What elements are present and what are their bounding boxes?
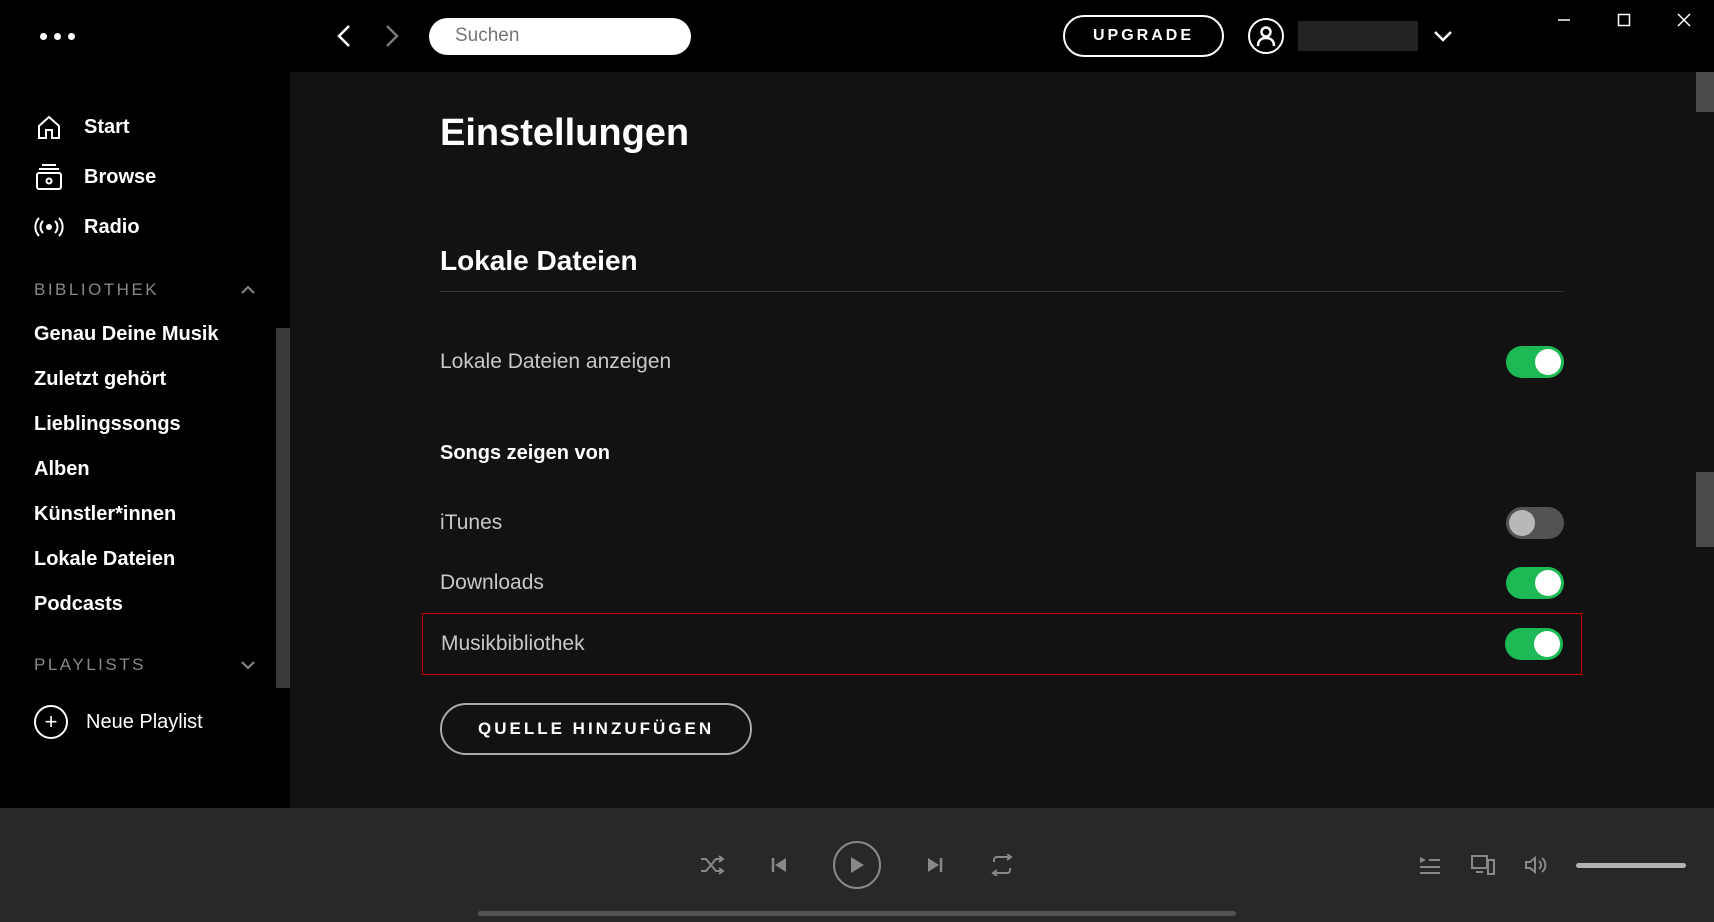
local-files-heading: Lokale Dateien [440,245,1564,292]
volume-icon [1524,855,1548,875]
play-icon [849,856,865,874]
sidebar-item-label: Browse [84,166,156,189]
previous-button[interactable] [769,855,789,875]
content-scrollbar[interactable] [1696,472,1714,547]
search-input[interactable] [455,25,700,47]
chevron-down-icon [240,660,256,670]
close-button[interactable] [1654,0,1714,40]
queue-icon [1418,855,1442,875]
sidebar-playlists-header[interactable]: PLAYLISTS [0,627,290,687]
maximize-button[interactable] [1594,0,1654,40]
content-scrollbar[interactable] [1696,72,1714,112]
upgrade-button[interactable]: UPGRADE [1063,15,1224,57]
sidebar-item-start[interactable]: Start [0,102,290,152]
chevron-up-icon [240,285,256,295]
sidebar-scrollbar[interactable] [276,328,290,688]
menu-dots[interactable] [40,33,75,40]
user-name [1298,21,1418,51]
toggle-knob [1535,349,1561,375]
minimize-icon [1557,13,1571,27]
toggle-knob [1509,510,1535,536]
player-bar [0,808,1714,922]
shuffle-icon [699,854,725,876]
setting-label: iTunes [440,511,502,535]
devices-icon [1470,854,1496,876]
close-icon [1677,13,1691,27]
menu-dot [40,33,47,40]
devices-button[interactable] [1470,854,1496,876]
songs-from-heading: Songs zeigen von [440,442,1564,465]
sidebar: Start Browse Radio BIBLIOTHEK Genau Dein… [0,72,290,808]
toggle-music-library[interactable] [1505,628,1563,660]
add-source-button[interactable]: QUELLE HINZUFÜGEN [440,703,752,755]
skip-back-icon [769,855,789,875]
chevron-down-icon [1432,29,1454,43]
sidebar-lib-recent[interactable]: Zuletzt gehört [0,357,290,402]
queue-button[interactable] [1418,855,1442,875]
sidebar-lib-likedsongs[interactable]: Lieblingssongs [0,402,290,447]
radio-icon [34,212,64,242]
skip-forward-icon [925,855,945,875]
menu-dot [54,33,61,40]
sidebar-lib-albums[interactable]: Alben [0,447,290,492]
sidebar-lib-localfiles[interactable]: Lokale Dateien [0,537,290,582]
plus-icon: + [34,705,68,739]
toggle-knob [1534,631,1560,657]
menu-dot [68,33,75,40]
sidebar-item-radio[interactable]: Radio [0,202,290,252]
sidebar-item-browse[interactable]: Browse [0,152,290,202]
sidebar-item-label: Start [84,116,130,139]
setting-label: Musikbibliothek [441,632,585,656]
setting-downloads: Downloads [440,553,1564,613]
toggle-knob [1535,570,1561,596]
sidebar-lib-podcasts[interactable]: Podcasts [0,582,290,627]
new-playlist-label: Neue Playlist [86,711,203,734]
toggle-show-local-files[interactable] [1506,346,1564,378]
volume-slider[interactable] [1576,863,1686,868]
sidebar-library-header[interactable]: BIBLIOTHEK [0,252,290,312]
browse-icon [34,162,64,192]
next-button[interactable] [925,855,945,875]
user-avatar [1248,18,1284,54]
toggle-itunes[interactable] [1506,507,1564,539]
sidebar-header-label: PLAYLISTS [34,655,146,675]
sidebar-lib-artists[interactable]: Künstler*innen [0,492,290,537]
page-title: Einstellungen [440,112,1564,155]
home-icon [34,112,64,142]
play-button[interactable] [833,841,881,889]
nav-back[interactable] [335,22,355,50]
progress-bar[interactable] [478,911,1236,916]
setting-itunes: iTunes [440,493,1564,553]
chevron-left-icon [335,22,355,50]
setting-show-local-files: Lokale Dateien anzeigen [440,332,1564,392]
user-icon [1256,25,1276,47]
repeat-icon [989,854,1015,876]
setting-label: Lokale Dateien anzeigen [440,350,671,374]
toggle-downloads[interactable] [1506,567,1564,599]
setting-music-library: Musikbibliothek [422,613,1582,675]
volume-button[interactable] [1524,855,1548,875]
sidebar-header-label: BIBLIOTHEK [34,280,159,300]
shuffle-button[interactable] [699,854,725,876]
sidebar-lib-yourmusic[interactable]: Genau Deine Musik [0,312,290,357]
nav-forward[interactable] [381,22,401,50]
setting-label: Downloads [440,571,544,595]
settings-content: Einstellungen Lokale Dateien Lokale Date… [290,72,1714,808]
chevron-right-icon [381,22,401,50]
search-field-wrap[interactable] [429,18,691,55]
sidebar-item-label: Radio [84,216,140,239]
repeat-button[interactable] [989,854,1015,876]
minimize-button[interactable] [1534,0,1594,40]
new-playlist-button[interactable]: + Neue Playlist [0,687,290,757]
maximize-icon [1617,13,1631,27]
user-menu[interactable] [1248,18,1454,54]
